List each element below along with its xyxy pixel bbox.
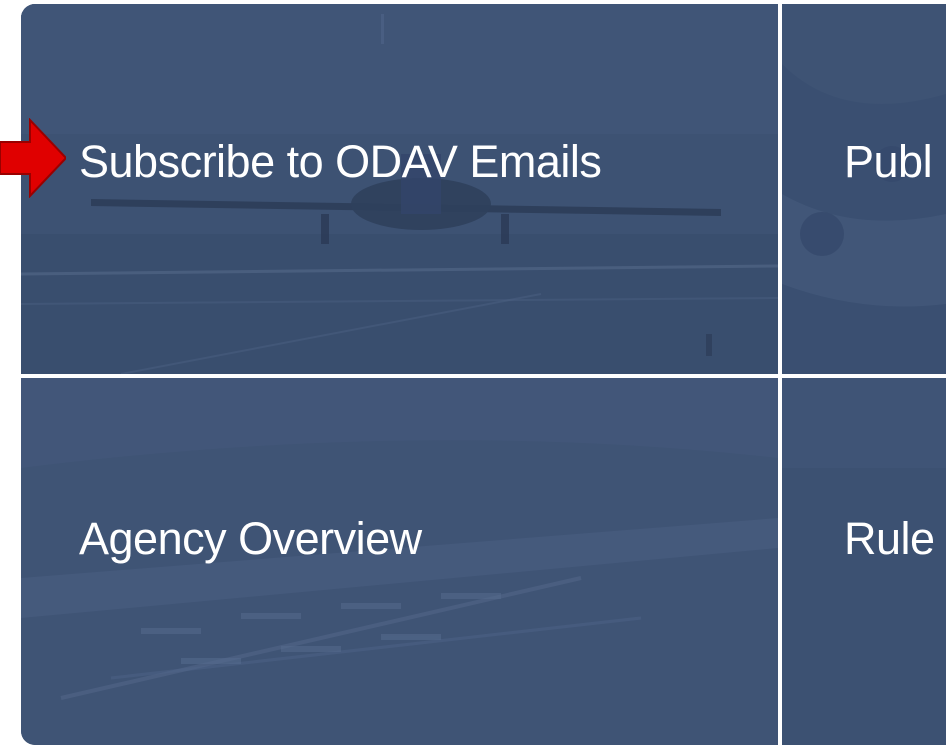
- rules-tile[interactable]: Rule: [782, 378, 946, 745]
- page: Subscribe to ODAV Emails Publ Agency Ove…: [0, 0, 946, 745]
- agency-overview-tile[interactable]: Agency Overview: [21, 378, 778, 745]
- subscribe-emails-tile[interactable]: Subscribe to ODAV Emails: [21, 4, 778, 374]
- agency-overview-label: Agency Overview: [79, 513, 422, 564]
- subscribe-emails-label: Subscribe to ODAV Emails: [79, 136, 602, 187]
- publications-tile[interactable]: Publ: [782, 4, 946, 374]
- link-tile-grid: Subscribe to ODAV Emails Publ Agency Ove…: [21, 4, 946, 745]
- airplane-runway-photo: [21, 4, 778, 374]
- rules-label: Rule: [844, 513, 935, 564]
- aerial-landscape-photo: [782, 4, 946, 374]
- publications-label: Publ: [844, 136, 933, 187]
